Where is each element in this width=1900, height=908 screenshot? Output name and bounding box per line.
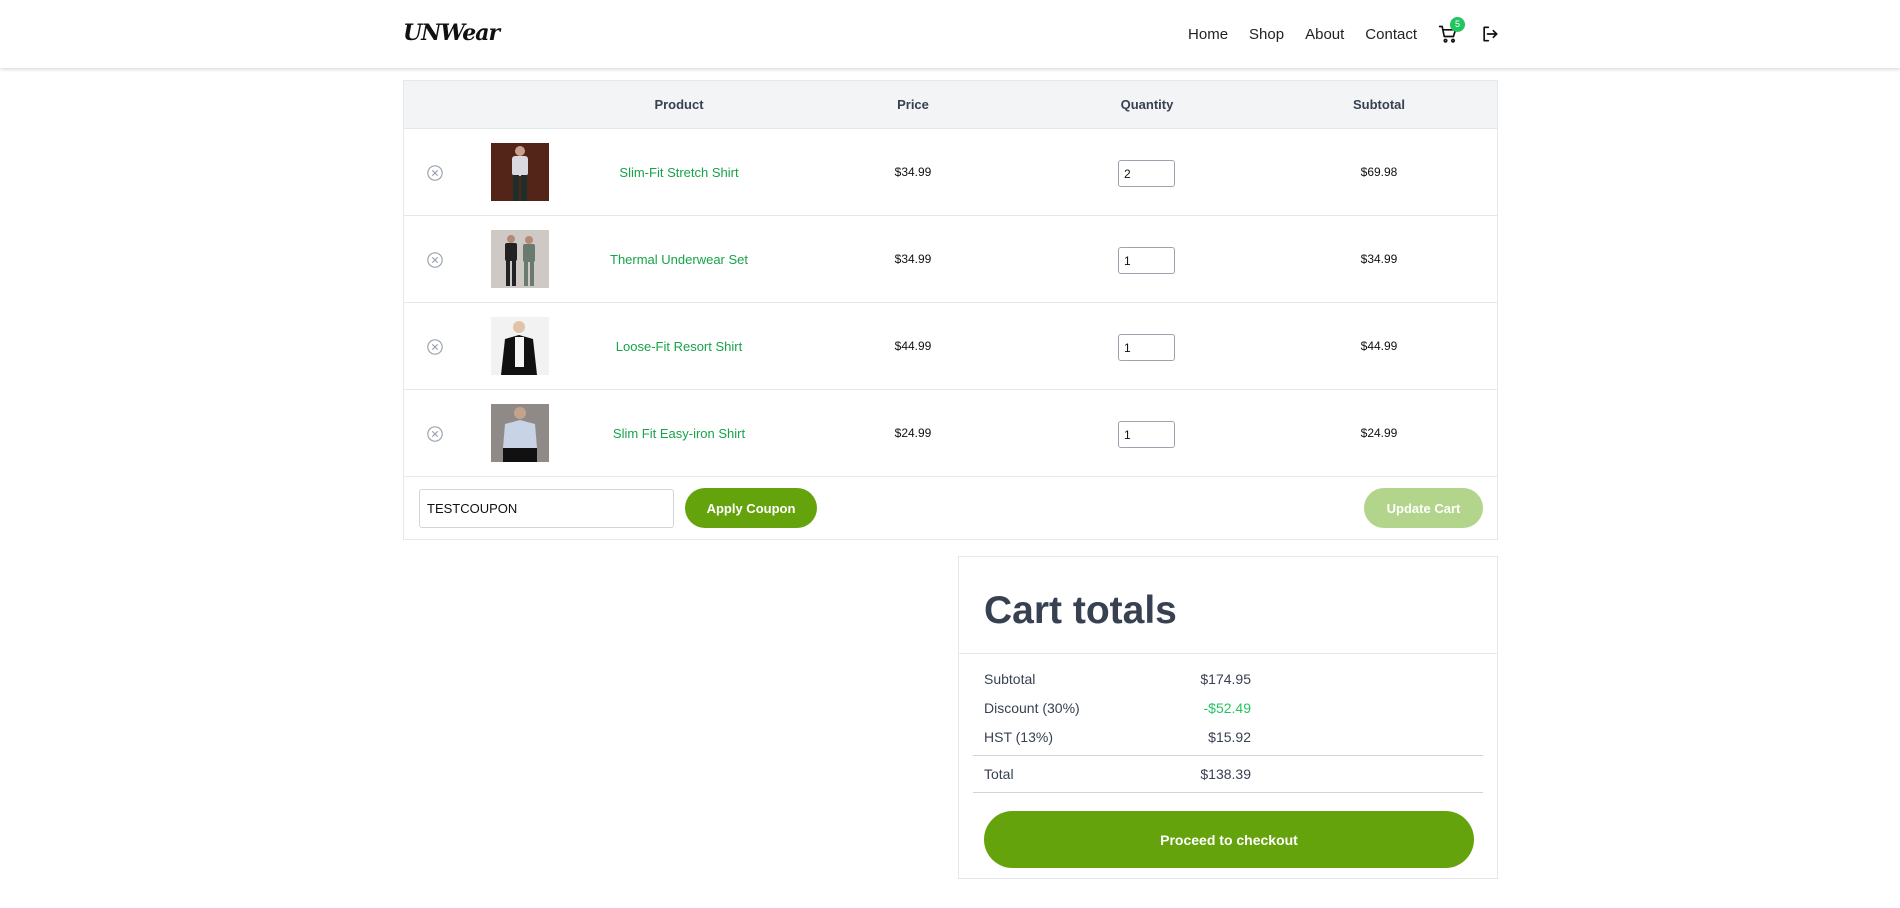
apply-coupon-button[interactable]: Apply Coupon [685, 488, 817, 528]
cart-count-badge: 5 [1450, 17, 1465, 32]
cart-button[interactable]: 5 [1438, 17, 1465, 44]
subtotal-label: Subtotal [984, 671, 1036, 687]
header-price: Price [897, 97, 929, 112]
product-name-link[interactable]: Slim-Fit Stretch Shirt [619, 165, 738, 180]
product-price: $24.99 [894, 426, 932, 440]
nav-contact[interactable]: Contact [1365, 26, 1417, 43]
product-price: $34.99 [894, 165, 932, 179]
remove-item-icon[interactable] [426, 251, 444, 269]
cart-table: Product Price Quantity Subtotal Slim-Fit… [403, 80, 1498, 540]
table-header: Product Price Quantity Subtotal [404, 81, 1497, 129]
divider [973, 755, 1483, 756]
site-header: UNWear Home Shop About Contact 5 [0, 0, 1900, 68]
row-subtotal: $44.99 [1360, 339, 1398, 353]
header-quantity: Quantity [1120, 97, 1174, 112]
quantity-input[interactable] [1118, 247, 1175, 274]
product-price: $34.99 [894, 252, 932, 266]
table-row: Thermal Underwear Set $34.99 $34.99 [404, 216, 1497, 303]
total-label: Total [984, 766, 1014, 782]
row-subtotal: $69.98 [1360, 165, 1398, 179]
row-subtotal: $34.99 [1360, 252, 1398, 266]
quantity-input[interactable] [1118, 334, 1175, 361]
header-product: Product [654, 97, 704, 112]
table-row: Slim-Fit Stretch Shirt $34.99 $69.98 [404, 129, 1497, 216]
product-image[interactable] [491, 317, 549, 375]
discount-label: Discount (30%) [984, 700, 1080, 716]
cart-totals-title: Cart totals [984, 589, 1177, 632]
quantity-input[interactable] [1118, 421, 1175, 448]
update-cart-button[interactable]: Update Cart [1364, 488, 1483, 528]
nav-home[interactable]: Home [1188, 26, 1228, 43]
remove-item-icon[interactable] [426, 425, 444, 443]
table-row: Slim Fit Easy-iron Shirt $24.99 $24.99 [404, 390, 1497, 477]
product-image[interactable] [491, 404, 549, 462]
header-subtotal: Subtotal [1353, 97, 1405, 112]
logout-icon[interactable] [1480, 24, 1500, 44]
cart-actions: Apply Coupon Update Cart [404, 477, 1497, 539]
product-image[interactable] [491, 230, 549, 288]
brand-logo[interactable]: UNWear [403, 20, 500, 46]
total-value: $138.39 [1200, 766, 1251, 782]
quantity-input[interactable] [1118, 160, 1175, 187]
nav-about[interactable]: About [1305, 26, 1344, 43]
product-image[interactable] [491, 143, 549, 201]
divider [959, 653, 1497, 654]
coupon-input[interactable] [419, 489, 674, 528]
remove-item-icon[interactable] [426, 164, 444, 182]
nav-shop[interactable]: Shop [1249, 26, 1284, 43]
tax-label: HST (13%) [984, 729, 1053, 745]
product-price: $44.99 [894, 339, 932, 353]
product-name-link[interactable]: Slim Fit Easy-iron Shirt [613, 426, 745, 441]
main-nav: Home Shop About Contact 5 [1167, 17, 1500, 44]
tax-value: $15.92 [1208, 729, 1251, 745]
discount-value: -$52.49 [1203, 700, 1251, 716]
product-name-link[interactable]: Thermal Underwear Set [610, 252, 748, 267]
proceed-to-checkout-button[interactable]: Proceed to checkout [984, 811, 1474, 868]
row-subtotal: $24.99 [1360, 426, 1398, 440]
product-name-link[interactable]: Loose-Fit Resort Shirt [616, 339, 742, 354]
table-row: Loose-Fit Resort Shirt $44.99 $44.99 [404, 303, 1497, 390]
divider [973, 792, 1483, 793]
cart-totals-panel: Cart totals Subtotal $174.95 Discount (3… [958, 556, 1498, 879]
remove-item-icon[interactable] [426, 338, 444, 356]
subtotal-value: $174.95 [1200, 671, 1251, 687]
